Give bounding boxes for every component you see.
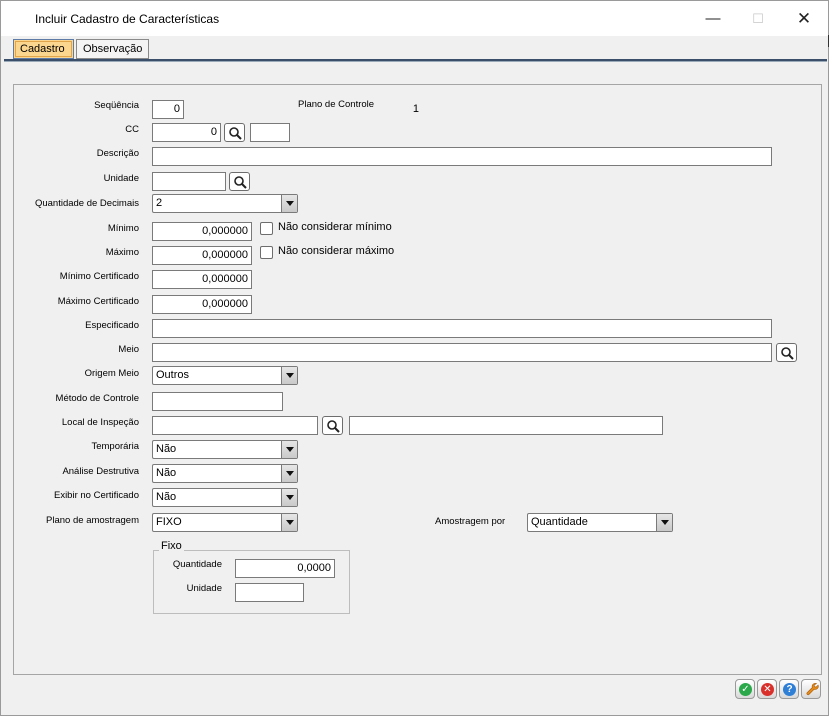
- close-button[interactable]: ✕: [789, 7, 819, 31]
- dialog-window: Incluir Cadastro de Características — ☐ …: [0, 0, 829, 716]
- sequencia-input[interactable]: 0: [152, 100, 184, 119]
- meio-lookup-button[interactable]: [776, 343, 797, 362]
- magnifier-icon: [781, 347, 794, 360]
- origem-meio-value: Outros: [156, 369, 190, 381]
- chevron-down-icon[interactable]: [281, 367, 297, 384]
- plano-amostragem-select[interactable]: FIXO: [152, 513, 298, 532]
- maximo-cert-input[interactable]: 0,000000: [152, 295, 252, 314]
- chevron-down-icon[interactable]: [281, 489, 297, 506]
- minimo-input[interactable]: 0,000000: [152, 222, 252, 241]
- qtd-decimais-label: Quantidade de Decimais: [34, 198, 139, 209]
- title-bar: Incluir Cadastro de Características — ☐ …: [1, 1, 828, 36]
- origem-meio-select[interactable]: Outros: [152, 366, 298, 385]
- metodo-controle-input[interactable]: [152, 392, 283, 411]
- local-inspecao-input[interactable]: [152, 416, 318, 435]
- exibir-certificado-value: Não: [156, 491, 177, 503]
- tab-divider: [4, 59, 827, 62]
- descricao-input[interactable]: [152, 147, 772, 166]
- magnifier-icon: [327, 420, 340, 433]
- temporaria-label: Temporária: [91, 441, 139, 452]
- help-button[interactable]: ?: [779, 679, 799, 699]
- meio-input[interactable]: [152, 343, 772, 362]
- origem-meio-label: Origem Meio: [84, 368, 139, 379]
- fixo-group-title: Fixo: [159, 540, 184, 552]
- especificado-input[interactable]: [152, 319, 772, 338]
- chevron-down-icon[interactable]: [281, 465, 297, 482]
- meio-label: Meio: [118, 344, 139, 355]
- metodo-controle-label: Método de Controle: [55, 393, 139, 404]
- exibir-certificado-select[interactable]: Não: [152, 488, 298, 507]
- plano-controle-label: Plano de Controle: [298, 99, 375, 110]
- cc-label: CC: [125, 124, 139, 135]
- unidade-input[interactable]: [152, 172, 226, 191]
- local-inspecao-lookup-button[interactable]: [322, 416, 343, 435]
- cc-input[interactable]: 0: [152, 123, 221, 142]
- cc-lookup-button[interactable]: [224, 123, 245, 142]
- temporaria-select[interactable]: Não: [152, 440, 298, 459]
- maximo-cert-label: Máximo Certificado: [57, 296, 139, 307]
- maximo-label: Máximo: [105, 247, 139, 258]
- amostragem-por-label: Amostragem por: [435, 516, 506, 527]
- minimo-cert-label: Mínimo Certificado: [59, 271, 139, 282]
- nao-considerar-maximo-checkbox[interactable]: [260, 246, 273, 259]
- especificado-label: Especificado: [85, 320, 139, 331]
- unidade-label: Unidade: [103, 173, 139, 184]
- minimo-label: Mínimo: [107, 223, 139, 234]
- cancel-icon: ✕: [761, 683, 774, 696]
- confirm-button[interactable]: ✓: [735, 679, 755, 699]
- nao-considerar-minimo-checkbox[interactable]: [260, 222, 273, 235]
- tab-observacao[interactable]: Observação: [76, 39, 149, 59]
- cancel-button[interactable]: ✕: [757, 679, 777, 699]
- tab-cadastro[interactable]: Cadastro: [13, 39, 74, 59]
- amostragem-por-value: Quantidade: [531, 516, 588, 528]
- minimo-cert-input[interactable]: 0,000000: [152, 270, 252, 289]
- maximize-button[interactable]: ☐: [743, 7, 773, 31]
- magnifier-icon: [234, 176, 247, 189]
- maximo-input[interactable]: 0,000000: [152, 246, 252, 265]
- amostragem-por-select[interactable]: Quantidade: [527, 513, 673, 532]
- help-icon: ?: [783, 683, 796, 696]
- local-inspecao-label: Local de Inspeção: [61, 417, 139, 428]
- minimize-button[interactable]: —: [698, 7, 728, 31]
- magnifier-icon: [229, 127, 242, 140]
- sequencia-label: Seqüência: [94, 100, 139, 111]
- analise-destrutiva-value: Não: [156, 467, 177, 479]
- temporaria-value: Não: [156, 443, 177, 455]
- chevron-down-icon[interactable]: [281, 514, 297, 531]
- qtd-decimais-select[interactable]: 2: [152, 194, 298, 213]
- fixo-quantidade-input[interactable]: 0,0000: [235, 559, 335, 578]
- plano-amostragem-value: FIXO: [156, 516, 182, 528]
- chevron-down-icon[interactable]: [281, 195, 297, 212]
- chevron-down-icon[interactable]: [281, 441, 297, 458]
- plano-controle-field: 1: [387, 100, 423, 119]
- window-title: Incluir Cadastro de Características: [35, 12, 220, 26]
- exibir-certificado-label: Exibir no Certificado: [53, 490, 139, 501]
- plano-amostragem-label: Plano de amostragem: [46, 515, 139, 526]
- unidade-lookup-button[interactable]: [229, 172, 250, 191]
- qtd-decimais-value: 2: [156, 197, 163, 209]
- tools-button[interactable]: [801, 679, 821, 699]
- nao-considerar-maximo-label: Não considerar máximo: [278, 245, 395, 257]
- chevron-down-icon[interactable]: [656, 514, 672, 531]
- fixo-unidade-input[interactable]: [235, 583, 304, 602]
- nao-considerar-minimo-label: Não considerar mínimo: [278, 221, 392, 233]
- fixo-quantidade-label: Quantidade: [172, 559, 222, 570]
- cc-description-field[interactable]: [250, 123, 290, 142]
- analise-destrutiva-select[interactable]: Não: [152, 464, 298, 483]
- analise-destrutiva-label: Análise Destrutiva: [62, 466, 139, 477]
- local-inspecao-description-field[interactable]: [349, 416, 663, 435]
- wrench-icon: [806, 682, 819, 696]
- descricao-label: Descrição: [96, 148, 139, 159]
- check-icon: ✓: [739, 683, 752, 696]
- fixo-unidade-label: Unidade: [186, 583, 222, 594]
